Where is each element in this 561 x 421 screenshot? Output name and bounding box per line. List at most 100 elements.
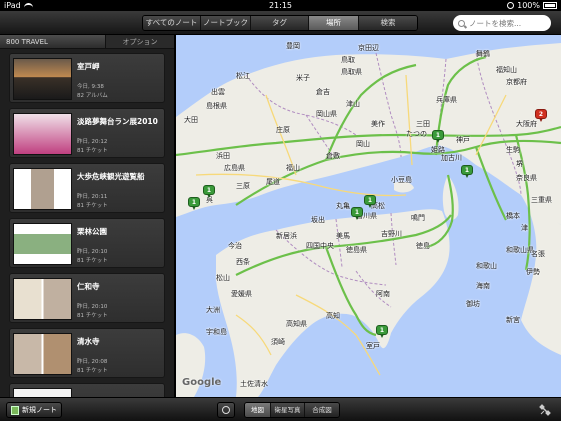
list-item[interactable]: 大歩危峡観光遊覧船 昨日, 20:11 81 チケット (9, 163, 165, 213)
note-count: 81 チケット (77, 148, 108, 154)
map-pin[interactable]: 2 (535, 109, 547, 122)
note-thumbnail (13, 223, 72, 265)
note-title: 仁和寺 (77, 282, 100, 291)
note-count: 81 チケット (77, 203, 108, 209)
note-thumbnail (13, 388, 72, 397)
map-label: 広島県 (224, 164, 245, 172)
map-label: 大田 (184, 116, 198, 124)
land-awaji (442, 175, 459, 220)
tab-places[interactable]: 場所 (309, 16, 359, 30)
map-label: 福山 (286, 164, 300, 172)
list-item[interactable]: 室戸岬 今日, 9:38 82 アルバム (9, 53, 165, 103)
map-label: 京都府 (506, 78, 527, 86)
note-date: 昨日, 20:10 (77, 304, 108, 310)
map-label: 尾道 (266, 178, 280, 186)
tab-search[interactable]: 検索 (359, 16, 417, 30)
map-label: 小豆島 (391, 176, 412, 184)
search-box[interactable] (453, 15, 551, 31)
map-label: 徳島 (416, 242, 430, 250)
tab-all-notes[interactable]: すべてのノート (143, 16, 201, 30)
map-label: 三原 (236, 182, 250, 190)
map-label: 阿南 (376, 290, 390, 298)
map-label: 三田 (416, 120, 430, 128)
top-toolbar: すべてのノート ノートブック タグ 場所 検索 (0, 11, 561, 35)
map-label: 新居浜 (276, 232, 297, 240)
map-label: 須崎 (271, 338, 285, 346)
note-title: 栗林公園 (77, 227, 107, 236)
map-label: 奈良県 (516, 174, 537, 182)
map-pin[interactable]: 1 (364, 195, 376, 208)
mode-map[interactable]: 地図 (245, 403, 271, 417)
note-title: 大歩危峡観光遊覧船 (77, 172, 145, 181)
notebook-tab[interactable]: 800 TRAVEL (0, 35, 106, 48)
map-pin[interactable]: 1 (203, 185, 215, 198)
list-item[interactable]: 淡路夢舞台ラン展2010 昨日, 20:12 81 チケット (9, 108, 165, 158)
note-count: 81 チケット (77, 368, 108, 374)
new-note-button[interactable]: 新規ノート (6, 402, 62, 418)
map-label: 鳴門 (411, 214, 425, 222)
map-label: 庄原 (276, 126, 290, 134)
list-item[interactable]: 仁和寺 昨日, 20:10 81 チケット (9, 273, 165, 323)
map-label: 鳥取 (341, 56, 355, 64)
map-label: たつの (406, 130, 427, 138)
note-date: 昨日, 20:11 (77, 194, 108, 200)
map-label: 西条 (236, 258, 250, 266)
search-icon (458, 19, 465, 27)
map-label: 御坊 (466, 300, 480, 308)
list-item[interactable]: 清水寺 昨日, 20:08 81 チケット (9, 328, 165, 378)
map-pin[interactable]: 1 (376, 325, 388, 338)
search-input[interactable] (469, 18, 547, 28)
map-label: 四国中央 (306, 242, 334, 250)
map-pin[interactable]: 1 (432, 130, 444, 143)
map-label: 土佐清水 (240, 380, 268, 388)
map-pin[interactable]: 1 (351, 207, 363, 220)
map-label: 大洲 (206, 306, 220, 314)
map-label: 津山 (346, 100, 360, 108)
note-title: 室戸岬 (77, 62, 100, 71)
tab-tags[interactable]: タグ (251, 16, 309, 30)
map-label: 新宮 (506, 316, 520, 324)
map-label: 名張 (531, 250, 545, 258)
map-label: 浜田 (216, 152, 230, 160)
current-location-button[interactable] (217, 402, 235, 418)
map-label: 倉吉 (316, 88, 330, 96)
note-thumbnail (13, 168, 72, 210)
note-date: 昨日, 20:12 (77, 139, 108, 145)
map-label: 海南 (476, 282, 490, 290)
map-label: 美馬 (336, 232, 350, 240)
map-label: 神戸 (456, 136, 470, 144)
map-label: 今治 (228, 242, 242, 250)
list-item[interactable]: 栗林公園 昨日, 20:10 81 チケット (9, 218, 165, 268)
new-note-label: 新規ノート (22, 406, 57, 414)
mode-hybrid[interactable]: 合成図 (305, 403, 339, 417)
note-title: 清水寺 (77, 337, 100, 346)
satellite-icon[interactable] (538, 403, 552, 417)
note-thumbnail (13, 278, 72, 320)
map-mode-segmented-control: 地図 衛星写真 合成図 (244, 402, 340, 418)
map-label: 坂出 (311, 216, 325, 224)
note-count: 81 チケット (77, 313, 108, 319)
map-label: 舞鶴 (476, 50, 490, 58)
note-count: 82 アルバム (77, 93, 108, 99)
options-tab[interactable]: オプション (106, 35, 174, 48)
map-label: 徳島県 (346, 246, 367, 254)
sidebar-tabs: 800 TRAVEL オプション (0, 35, 174, 49)
map-label: 米子 (296, 74, 310, 82)
list-item[interactable] (9, 383, 165, 397)
note-thumbnail (13, 333, 72, 375)
clock: 21:15 (268, 1, 293, 10)
map-pin[interactable]: 1 (188, 197, 200, 210)
tab-notebooks[interactable]: ノートブック (201, 16, 251, 30)
map-label: 橋本 (506, 212, 520, 220)
notes-sidebar: 800 TRAVEL オプション 室戸岬 今日, 9:38 82 アルバム 淡路… (0, 35, 175, 397)
map-label: 岡山 (356, 140, 370, 148)
note-thumbnail (13, 58, 72, 100)
note-thumbnail (13, 113, 72, 155)
map-pin[interactable]: 1 (461, 165, 473, 178)
map-label: 津 (521, 224, 528, 232)
map-label: 宇和島 (206, 328, 227, 336)
map-label: 高知 (326, 312, 340, 320)
mode-satellite[interactable]: 衛星写真 (271, 403, 305, 417)
map-view[interactable]: 豊岡 京田辺 舞鶴 鳥取 鳥取県 福知山 京都府 松江 米子 倉吉 出雲 島根県… (176, 35, 561, 397)
map-label: 福知山 (496, 66, 517, 74)
